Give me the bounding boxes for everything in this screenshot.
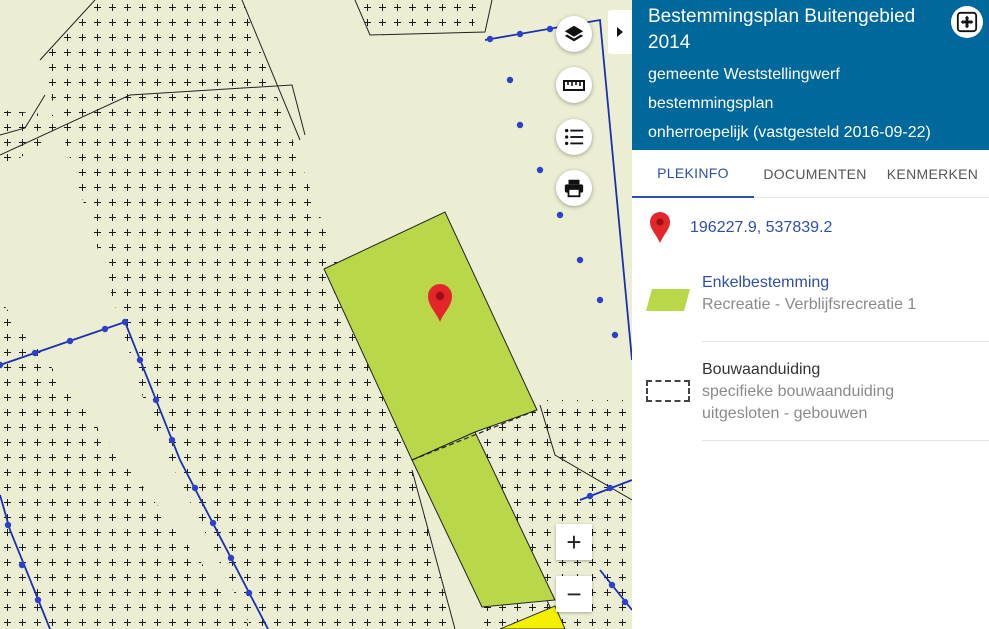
coordinates-row: 196227.9, 537839.2 <box>650 212 832 244</box>
coordinates-value: 196227.9, 537839.2 <box>690 219 833 236</box>
list-icon <box>565 128 584 146</box>
panel-header: Bestemmingsplan Buitengebied 2014 gemeen… <box>632 0 989 150</box>
panel-tabs: PLEKINFO DOCUMENTEN KENMERKEN <box>632 150 989 198</box>
measure-button[interactable] <box>556 67 592 103</box>
ruler-icon <box>563 80 585 91</box>
bouwaanduiding-value-2: uitgesloten - gebouwen <box>702 405 868 422</box>
enkelbestemming-title[interactable]: Enkelbestemming <box>702 272 989 294</box>
collapse-panel-button[interactable] <box>608 10 632 54</box>
zoom-in-button[interactable]: + <box>556 524 592 560</box>
map-viewport[interactable]: + − <box>0 0 632 629</box>
plan-type: bestemmingsplan <box>648 95 774 112</box>
divider <box>702 341 989 342</box>
enkelbestemming-value: Recreatie - Verblijfsrecreatie 1 <box>702 296 917 313</box>
expand-button[interactable] <box>951 6 983 38</box>
plan-status: onherroepelijk (vastgesteld 2016-09-22) <box>648 124 931 141</box>
enkelbestemming-item[interactable]: Enkelbestemming Recreatie - Verblijfsrec… <box>702 272 989 316</box>
recreatie-swatch <box>646 289 690 311</box>
bouwaanduiding-title: Bouwaanduiding <box>702 361 821 378</box>
layers-icon <box>564 25 584 42</box>
expand-icon <box>956 11 978 33</box>
bouwaanduiding-swatch <box>646 380 690 402</box>
info-panel: Bestemmingsplan Buitengebied 2014 gemeen… <box>632 0 989 629</box>
plan-municipality: gemeente Weststellingwerf <box>648 66 840 83</box>
divider <box>702 440 989 441</box>
hatch-area-top <box>355 0 485 35</box>
printer-icon <box>564 179 584 198</box>
tab-documenten[interactable]: DOCUMENTEN <box>754 150 876 198</box>
caret-right-icon <box>617 27 623 37</box>
layers-button[interactable] <box>556 16 592 52</box>
print-button[interactable] <box>556 170 592 206</box>
bouwaanduiding-item[interactable]: Bouwaanduiding specifieke bouwaanduiding… <box>702 359 989 425</box>
app-window: + − Bestemmingsplan Buitengebied 2014 ge… <box>0 0 989 629</box>
bouwaanduiding-value-1: specifieke bouwaanduiding <box>702 383 895 400</box>
legend-button[interactable] <box>556 119 592 155</box>
tab-plekinfo[interactable]: PLEKINFO <box>632 150 754 198</box>
map-pin-icon <box>650 212 670 243</box>
plan-title: Bestemmingsplan Buitengebied 2014 <box>648 6 916 53</box>
tab-kenmerken[interactable]: KENMERKEN <box>876 150 989 198</box>
zoom-out-button[interactable]: − <box>556 576 592 612</box>
map-canvas[interactable] <box>0 0 632 629</box>
